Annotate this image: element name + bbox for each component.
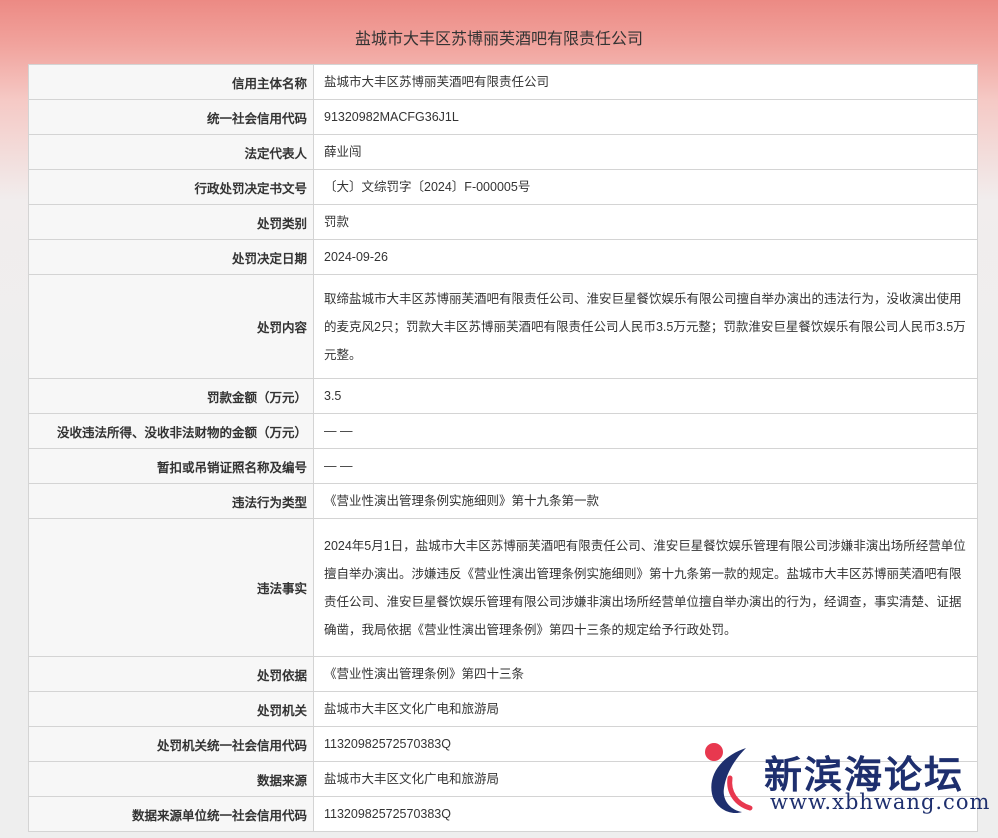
table-row: 信用主体名称 盐城市大丰区苏博丽芙酒吧有限责任公司: [28, 64, 978, 100]
row-label: 行政处罚决定书文号: [28, 169, 314, 205]
table-row: 处罚机关统一社会信用代码 11320982572570383Q: [28, 726, 978, 762]
table-row: 暂扣或吊销证照名称及编号 — —: [28, 448, 978, 484]
row-label: 罚款金额（万元）: [28, 378, 314, 414]
row-value: 盐城市大丰区文化广电和旅游局: [313, 761, 978, 797]
table-row: 违法事实 2024年5月1日，盐城市大丰区苏博丽芙酒吧有限责任公司、淮安巨星餐饮…: [28, 518, 978, 657]
page-title: 盐城市大丰区苏博丽芙酒吧有限责任公司: [354, 31, 643, 48]
row-label: 违法事实: [28, 518, 314, 657]
row-value: 《营业性演出管理条例》第四十三条: [313, 656, 978, 692]
row-value: 11320982572570383Q: [313, 726, 978, 762]
row-value: — —: [313, 413, 978, 449]
row-label: 数据来源单位统一社会信用代码: [28, 796, 314, 832]
row-label: 信用主体名称: [28, 64, 314, 100]
table-row: 数据来源 盐城市大丰区文化广电和旅游局: [28, 761, 978, 797]
row-label: 处罚机关: [28, 691, 314, 727]
row-value: 薛业闯: [313, 134, 978, 170]
row-label: 暂扣或吊销证照名称及编号: [28, 448, 314, 484]
row-label: 处罚内容: [28, 274, 314, 379]
row-value-text: 取缔盐城市大丰区苏博丽芙酒吧有限责任公司、淮安巨星餐饮娱乐有限公司擅自举办演出的…: [324, 291, 966, 362]
table-row: 处罚决定日期 2024-09-26: [28, 239, 978, 275]
row-value: 盐城市大丰区文化广电和旅游局: [313, 691, 978, 727]
row-label: 处罚决定日期: [28, 239, 314, 275]
row-value: 取缔盐城市大丰区苏博丽芙酒吧有限责任公司、淮安巨星餐饮娱乐有限公司擅自举办演出的…: [313, 274, 978, 379]
row-label: 处罚机关统一社会信用代码: [28, 726, 314, 762]
row-value: 3.5: [313, 378, 978, 414]
table-row: 法定代表人 薛业闯: [28, 134, 978, 170]
row-label: 统一社会信用代码: [28, 99, 314, 135]
row-value: 〔大〕文综罚字〔2024〕F-000005号: [313, 169, 978, 205]
row-label: 数据来源: [28, 761, 314, 797]
table-row: 处罚机关 盐城市大丰区文化广电和旅游局: [28, 691, 978, 727]
row-value: 盐城市大丰区苏博丽芙酒吧有限责任公司: [313, 64, 978, 100]
table-row: 没收违法所得、没收非法财物的金额（万元） — —: [28, 413, 978, 449]
table-row: 处罚依据 《营业性演出管理条例》第四十三条: [28, 656, 978, 692]
table-row: 罚款金额（万元） 3.5: [28, 378, 978, 414]
row-value: 罚款: [313, 204, 978, 240]
table-row: 统一社会信用代码 91320982MACFG36J1L: [28, 99, 978, 135]
row-value-text: 2024年5月1日，盐城市大丰区苏博丽芙酒吧有限责任公司、淮安巨星餐饮娱乐管理有…: [324, 538, 966, 637]
row-value: 11320982572570383Q: [313, 796, 978, 832]
table-row: 数据来源单位统一社会信用代码 11320982572570383Q: [28, 796, 978, 832]
table-row: 处罚类别 罚款: [28, 204, 978, 240]
row-value: 91320982MACFG36J1L: [313, 99, 978, 135]
row-label: 处罚依据: [28, 656, 314, 692]
row-value: 2024年5月1日，盐城市大丰区苏博丽芙酒吧有限责任公司、淮安巨星餐饮娱乐管理有…: [313, 518, 978, 657]
info-table: 信用主体名称 盐城市大丰区苏博丽芙酒吧有限责任公司 统一社会信用代码 91320…: [28, 64, 978, 832]
row-value: 2024-09-26: [313, 239, 978, 275]
table-row: 违法行为类型 《营业性演出管理条例实施细则》第十九条第一款: [28, 483, 978, 519]
row-value: 《营业性演出管理条例实施细则》第十九条第一款: [313, 483, 978, 519]
row-value: — —: [313, 448, 978, 484]
row-label: 处罚类别: [28, 204, 314, 240]
row-label: 没收违法所得、没收非法财物的金额（万元）: [28, 413, 314, 449]
row-label: 违法行为类型: [28, 483, 314, 519]
table-row: 行政处罚决定书文号 〔大〕文综罚字〔2024〕F-000005号: [28, 169, 978, 205]
row-label: 法定代表人: [28, 134, 314, 170]
table-row: 处罚内容 取缔盐城市大丰区苏博丽芙酒吧有限责任公司、淮安巨星餐饮娱乐有限公司擅自…: [28, 274, 978, 379]
